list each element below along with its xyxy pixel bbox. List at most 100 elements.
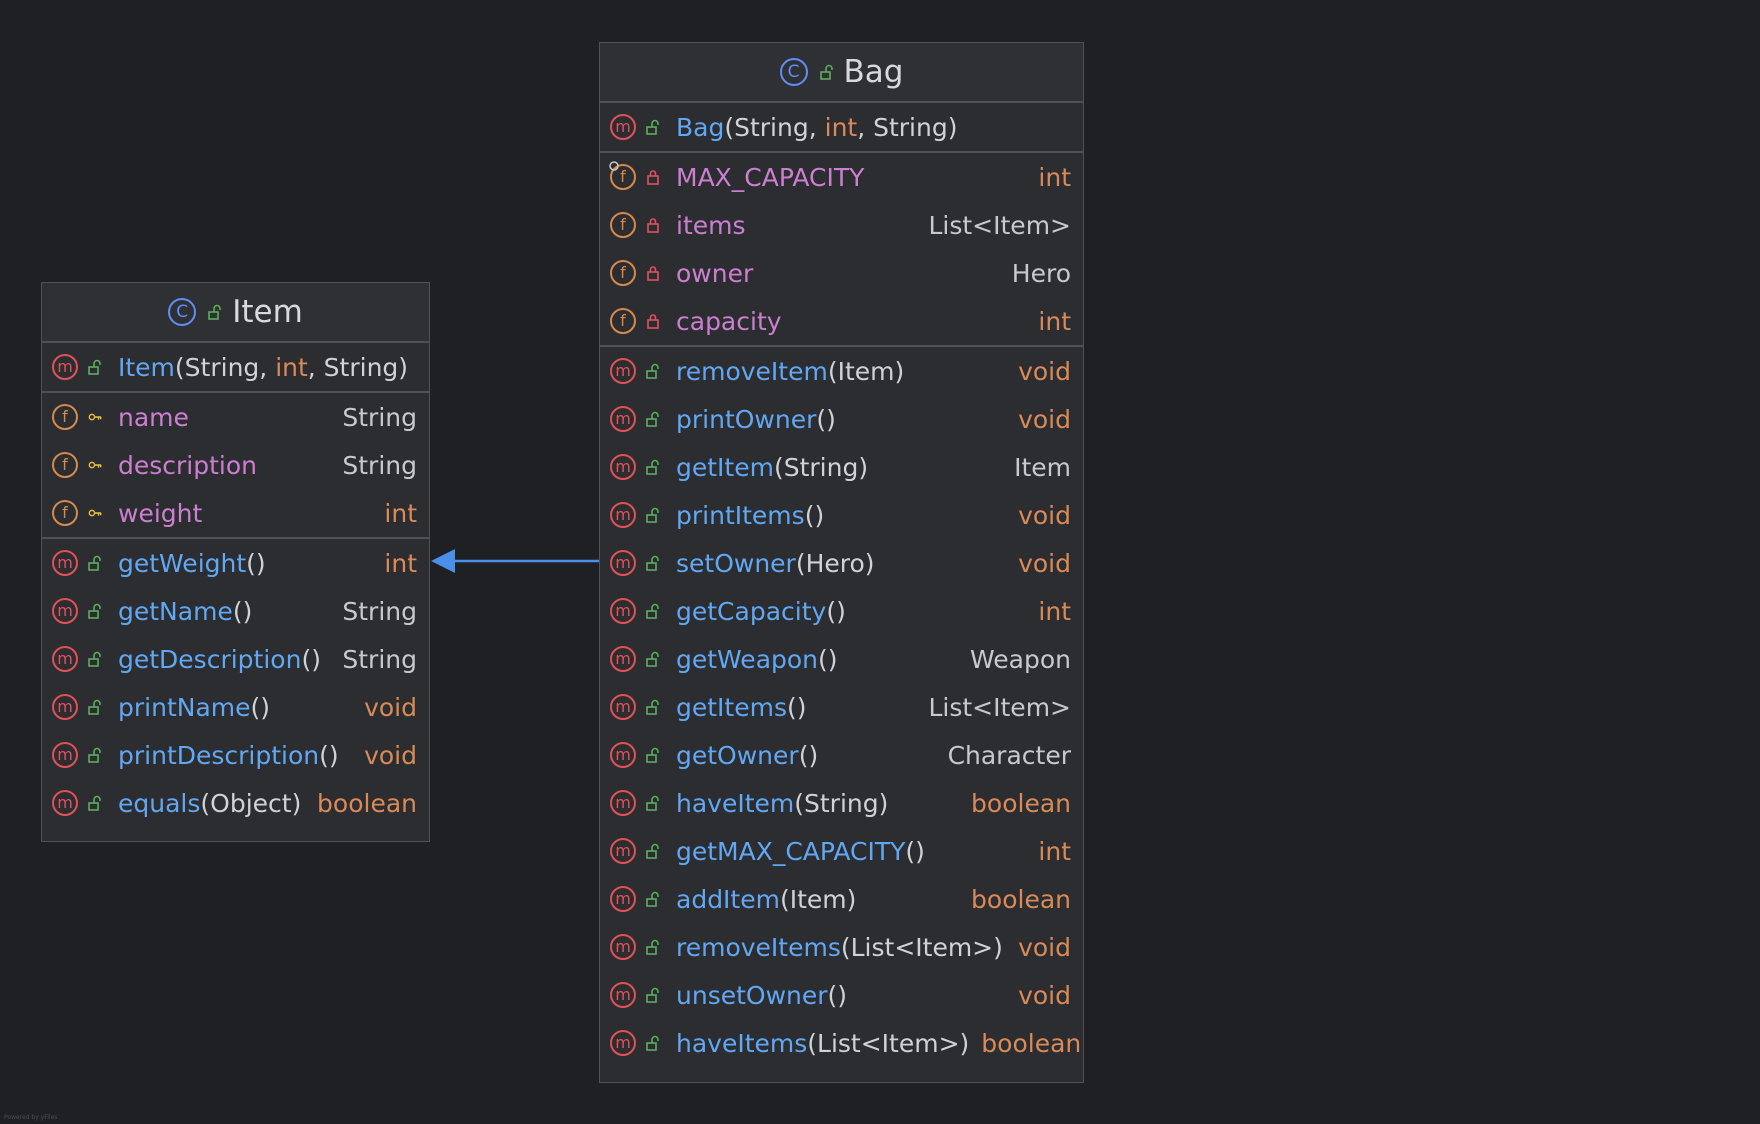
key-icon: [88, 409, 102, 425]
method-icon: m: [610, 114, 636, 140]
method-row[interactable]: m haveItems (List<Item>) boolean: [600, 1019, 1083, 1067]
class-box-item[interactable]: C Item m Item (String, int, String) f name…: [41, 282, 430, 842]
method-params: (): [232, 596, 253, 626]
method-row[interactable]: m printName() void: [42, 683, 429, 731]
unlocked-icon: [819, 64, 834, 80]
method-row[interactable]: m removeItems (List<Item>) void: [600, 923, 1083, 971]
field-type: int: [1038, 162, 1071, 192]
method-icon: m: [610, 694, 636, 720]
method-row[interactable]: m removeItem (Item) void: [600, 347, 1083, 395]
unlocked-icon: [646, 1035, 660, 1051]
unlocked-icon: [646, 507, 660, 523]
field-row[interactable]: f description String: [42, 441, 429, 489]
unlocked-icon: [646, 699, 660, 715]
method-params: (): [816, 404, 836, 434]
field-icon: f: [52, 404, 78, 430]
unlocked-icon: [646, 651, 660, 667]
method-return-type: void: [1018, 404, 1071, 434]
method-params: (): [827, 980, 848, 1010]
unlocked-icon: [646, 411, 660, 427]
method-params: (Hero): [795, 548, 875, 578]
constructor-row[interactable]: m Item (String, int, String): [42, 343, 429, 393]
method-row[interactable]: m haveItem (String) boolean: [600, 779, 1083, 827]
class-box-bag[interactable]: C Bag m Bag (String, int, String) f MAX_CA…: [599, 42, 1084, 1083]
method-row[interactable]: m getItems() List<Item>: [600, 683, 1083, 731]
unlocked-icon: [646, 891, 660, 907]
method-row[interactable]: m printOwner () void: [600, 395, 1083, 443]
arrow-head: [431, 549, 455, 573]
method-params: (): [905, 836, 925, 866]
method-name: getItem: [676, 452, 774, 482]
method-return-type: Weapon: [970, 644, 1071, 674]
method-row[interactable]: m getCapacity() int: [600, 587, 1083, 635]
fields-section: f name String f description String f weight int: [42, 393, 429, 539]
field-name: items: [676, 210, 746, 240]
field-type: Hero: [1011, 258, 1071, 288]
unlocked-icon: [88, 359, 102, 375]
method-row[interactable]: m getWeight () int: [42, 539, 429, 587]
method-row[interactable]: m printDescription () void: [42, 731, 429, 779]
method-row[interactable]: m getOwner () Character: [600, 731, 1083, 779]
constructor-row[interactable]: m Bag (String, int, String): [600, 103, 1083, 153]
method-icon: m: [610, 406, 636, 432]
method-icon: m: [610, 886, 636, 912]
field-type: int: [384, 498, 417, 528]
method-params: (): [804, 500, 825, 530]
method-name: unsetOwner: [676, 980, 828, 1010]
unlocked-icon: [646, 795, 660, 811]
unlocked-icon: [88, 651, 102, 667]
method-return-type: String: [342, 644, 417, 674]
method-row[interactable]: m getItem (String) Item: [600, 443, 1083, 491]
method-name: getItems: [676, 692, 787, 722]
method-row[interactable]: m printItems() void: [600, 491, 1083, 539]
method-name: haveItem: [676, 788, 795, 818]
unlocked-icon: [646, 939, 660, 955]
field-row[interactable]: f weight int: [42, 489, 429, 537]
method-row[interactable]: m setOwner (Hero) void: [600, 539, 1083, 587]
method-return-type: Item: [1014, 452, 1071, 482]
method-row[interactable]: m getName() String: [42, 587, 429, 635]
field-name: description: [118, 450, 258, 480]
class-name: Bag: [843, 54, 904, 90]
method-row[interactable]: m addItem (Item) boolean: [600, 875, 1083, 923]
lock-icon: [646, 313, 660, 329]
field-row[interactable]: f name String: [42, 393, 429, 441]
class-name: Item: [232, 294, 303, 330]
method-params: (): [250, 692, 271, 722]
method-return-type: int: [384, 548, 417, 578]
method-return-type: void: [364, 740, 417, 770]
field-name: name: [118, 402, 189, 432]
field-row[interactable]: f items List<Item>: [600, 201, 1083, 249]
method-row[interactable]: m getWeapon() Weapon: [600, 635, 1083, 683]
method-icon: m: [610, 742, 636, 768]
unlocked-icon: [646, 843, 660, 859]
unlocked-icon: [646, 987, 660, 1003]
field-type: List<Item>: [928, 210, 1071, 240]
method-icon: m: [610, 790, 636, 816]
method-return-type: List<Item>: [928, 692, 1071, 722]
method-icon: m: [52, 742, 78, 768]
method-params: (List<Item>): [807, 1028, 970, 1058]
method-return-type: void: [1018, 548, 1071, 578]
unlocked-icon: [88, 555, 102, 571]
method-name: haveItems: [676, 1028, 808, 1058]
method-row[interactable]: m equals (Object) boolean: [42, 779, 429, 827]
method-name: equals: [118, 788, 201, 818]
key-icon: [88, 457, 102, 473]
method-row[interactable]: m getMAX_CAPACITY() int: [600, 827, 1083, 875]
method-icon: m: [52, 354, 78, 380]
class-icon: C: [779, 58, 808, 86]
unlocked-icon: [646, 119, 660, 135]
unlocked-icon: [88, 699, 102, 715]
field-row[interactable]: f capacity int: [600, 297, 1083, 345]
field-row[interactable]: f owner Hero: [600, 249, 1083, 297]
methods-section: m getWeight () int m getName() String m getDesc…: [42, 539, 429, 827]
unlocked-icon: [646, 603, 660, 619]
method-name: printDescription: [118, 740, 320, 770]
method-row[interactable]: m unsetOwner () void: [600, 971, 1083, 1019]
method-return-type: void: [364, 692, 417, 722]
field-row[interactable]: f MAX_CAPACITY int: [600, 153, 1083, 201]
method-row[interactable]: m getDescription () String: [42, 635, 429, 683]
method-icon: m: [610, 550, 636, 576]
method-params: (): [787, 692, 807, 722]
